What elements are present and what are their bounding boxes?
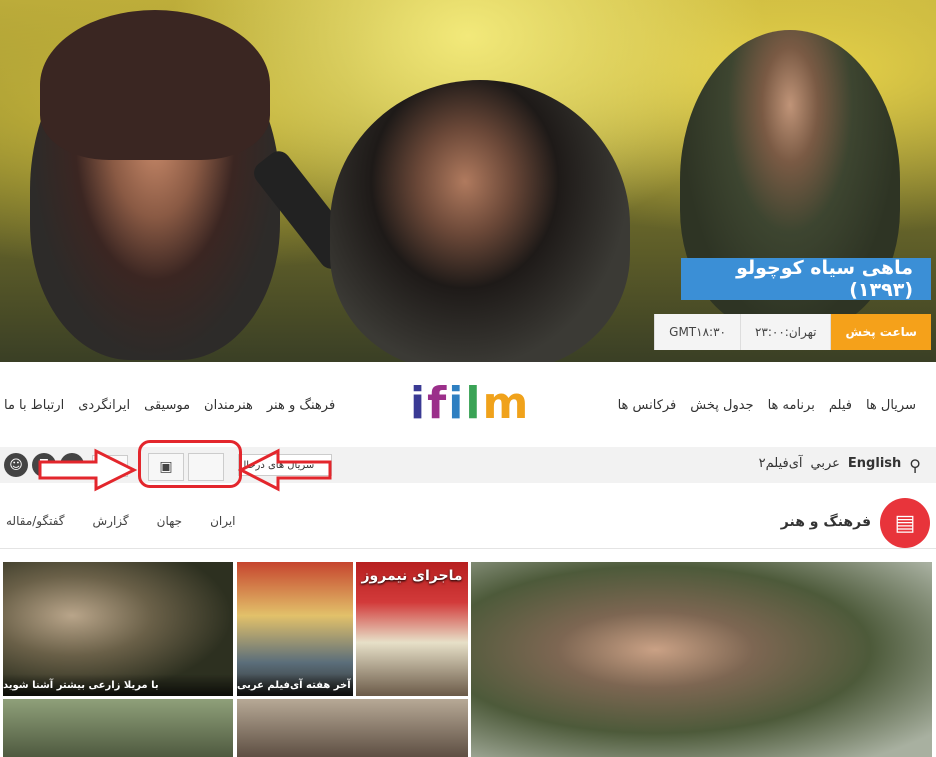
tab-iran[interactable]: ایران (210, 514, 235, 528)
hero-title[interactable]: ماهی سیاه کوچولو (۱۳۹۳) (681, 257, 931, 301)
news-tile[interactable] (237, 699, 468, 757)
news-tile[interactable] (3, 699, 233, 757)
nav-item-culture[interactable]: فرهنگ و هنر (267, 398, 335, 413)
nav-item-schedule[interactable]: جدول پخش (690, 398, 753, 413)
featured-tile[interactable] (471, 562, 932, 757)
nav-item-film[interactable]: فیلم (829, 398, 852, 413)
divider (0, 548, 936, 549)
hero-figure-man (330, 80, 630, 362)
tehran-time: تهران:۲۳:۰۰ (739, 314, 831, 350)
tab-report[interactable]: گزارش (93, 514, 129, 528)
language-bar: آی‌فیلم۲ عربي English ⚲ (759, 456, 921, 475)
ifilm-logo[interactable]: ifilm (410, 378, 530, 429)
profile-icon[interactable]: ☺ (4, 453, 28, 477)
annotation-arrow-left (238, 448, 332, 492)
tab-world[interactable]: جهان (157, 514, 182, 528)
nav-item-series[interactable]: سریال ها (866, 398, 916, 413)
tab-interview[interactable]: گفتگو/مقاله (6, 514, 65, 528)
section-title[interactable]: فرهنگ و هنر (781, 514, 871, 530)
tile-caption: فیلم‌های آخر هفته آی‌فیلم عربی (237, 674, 353, 696)
logo-letter: i (448, 378, 466, 429)
schedule-bar: ساعت پخش تهران:۲۳:۰۰ GMT۱۸:۳۰ (654, 314, 931, 350)
nav-item-tourism[interactable]: ایرانگردی (78, 398, 130, 413)
annotation-highlight (138, 440, 242, 488)
logo-letter: i (410, 378, 428, 429)
lang-english[interactable]: English (848, 456, 901, 475)
news-tile[interactable]: با مریلا زارعی بیشتر آشنا شوید (3, 562, 233, 696)
news-tile[interactable]: فیلم‌های آخر هفته آی‌فیلم عربی (237, 562, 353, 696)
main-nav-left: فرهنگ و هنر هنرمندان موسيقى ایرانگردی ار… (4, 398, 335, 413)
logo-letter: l (465, 378, 483, 429)
nav-item-artists[interactable]: هنرمندان (204, 398, 253, 413)
logo-letter: f (427, 378, 449, 429)
nav-item-frequencies[interactable]: فرکانس ها (618, 398, 677, 413)
lang-arabic[interactable]: عربي (811, 456, 840, 475)
annotation-arrow-right (38, 448, 138, 492)
poster-title: ماجرای نیمروز (361, 568, 463, 584)
news-tile[interactable]: ماجرای نیمروز (356, 562, 468, 696)
main-nav-right: سریال ها فیلم برنامه ها جدول پخش فرکانس … (618, 398, 916, 413)
hero-banner[interactable]: ماهی سیاه کوچولو (۱۳۹۳) ساعت پخش تهران:۲… (0, 0, 936, 362)
search-icon[interactable]: ⚲ (909, 456, 921, 475)
newspaper-icon: ▤ (880, 498, 930, 548)
section-tabs: ایران جهان گزارش گفتگو/مقاله (6, 514, 236, 528)
nav-item-contact[interactable]: ارتباط با ما (4, 398, 64, 413)
hero-figure-hat (40, 10, 270, 160)
schedule-label: ساعت پخش (830, 314, 931, 350)
lang-ifilm2[interactable]: آی‌فیلم۲ (759, 456, 803, 475)
nav-item-music[interactable]: موسيقى (144, 398, 190, 413)
nav-item-programs[interactable]: برنامه ها (768, 398, 815, 413)
logo-letter: m (482, 378, 531, 429)
tile-caption: با مریلا زارعی بیشتر آشنا شوید (3, 674, 233, 696)
gmt-time: GMT۱۸:۳۰ (654, 314, 740, 350)
